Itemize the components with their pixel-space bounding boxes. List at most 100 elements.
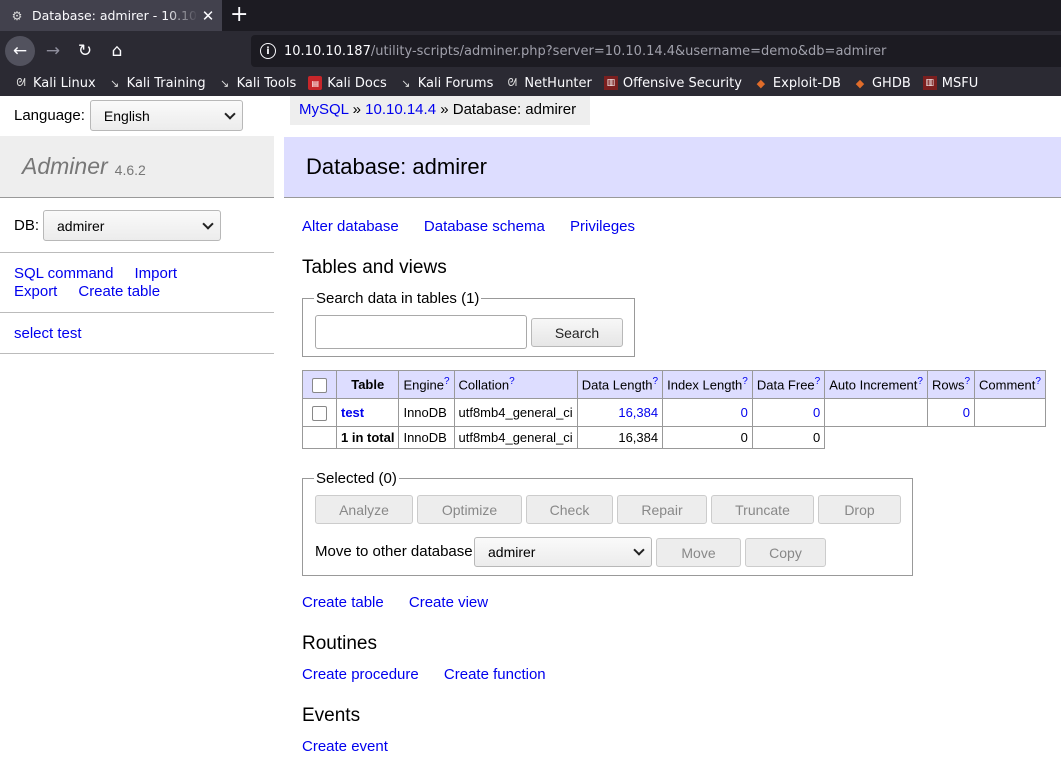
close-tab-icon[interactable]: ✕: [198, 7, 218, 25]
col-data-length-label[interactable]: Data Length: [582, 378, 653, 393]
create-table-link[interactable]: Create table: [78, 283, 160, 300]
search-legend-link[interactable]: Search data in tables (1): [316, 290, 479, 307]
bookmark-exploit-db[interactable]: ◆ Exploit-DB: [754, 76, 841, 91]
repair-button[interactable]: Repair: [617, 495, 707, 524]
kali-dragon-icon: ↘: [219, 76, 230, 90]
select-all-checkbox[interactable]: [312, 377, 327, 393]
database-schema-link[interactable]: Database schema: [424, 218, 545, 235]
db-select[interactable]: admirer: [43, 210, 222, 241]
sidebar-links: SQL command Import Export Create table: [14, 265, 198, 301]
col-collation: Collation?: [453, 370, 578, 399]
bookmark-offensive-security[interactable]: ▥ Offensive Security: [603, 76, 742, 91]
optimize-button[interactable]: Optimize: [417, 495, 522, 524]
bookmark-label: MSFU: [941, 75, 979, 91]
language-select[interactable]: English: [89, 100, 243, 131]
language-label: Language:: [14, 107, 85, 124]
sql-command-link[interactable]: SQL command: [14, 265, 114, 282]
import-link[interactable]: Import: [135, 265, 178, 282]
help-link[interactable]: ?: [742, 376, 748, 387]
create-table-main-link[interactable]: Create table: [302, 594, 384, 611]
check-button[interactable]: Check: [526, 495, 613, 524]
help-link[interactable]: ?: [653, 376, 659, 387]
truncate-button[interactable]: Truncate: [711, 495, 814, 524]
bookmark-label: GHDB: [871, 75, 911, 91]
breadcrumb-separator: »: [352, 101, 361, 118]
language-value: English: [103, 107, 150, 124]
privileges-link[interactable]: Privileges: [570, 218, 635, 235]
col-collation-label[interactable]: Collation: [459, 378, 510, 393]
chevron-down-icon: [633, 544, 645, 556]
auto-increment-cell: [824, 398, 928, 427]
export-link[interactable]: Export: [14, 283, 57, 300]
create-view-link[interactable]: Create view: [409, 594, 488, 611]
row-checkbox[interactable]: [312, 405, 327, 421]
breadcrumb-mysql[interactable]: MySQL: [299, 101, 348, 118]
info-icon[interactable]: i: [260, 43, 276, 59]
browser-tab[interactable]: ⚙ Database: admirer - 10.10.10.187 ✕: [0, 0, 222, 31]
alter-database-link[interactable]: Alter database: [302, 218, 399, 235]
data-free-link[interactable]: 0: [813, 405, 820, 420]
move-button[interactable]: Move: [656, 538, 741, 567]
rows-link[interactable]: 0: [963, 405, 970, 420]
col-engine-label[interactable]: Engine: [403, 378, 443, 393]
app-name-link[interactable]: Adminer: [22, 153, 108, 180]
search-input[interactable]: [315, 315, 527, 349]
back-arrow-icon[interactable]: ←: [5, 36, 35, 66]
forward-arrow-icon[interactable]: →: [38, 36, 68, 66]
collation-cell: utf8mb4_general_ci: [453, 398, 578, 427]
bookmark-msfu[interactable]: ▥ MSFU: [922, 75, 979, 91]
search-button[interactable]: Search: [531, 318, 623, 347]
col-comment-label[interactable]: Comment: [979, 378, 1035, 393]
bookmark-ghdb[interactable]: ◆ GHDB: [853, 76, 911, 91]
event-links: Create event: [302, 738, 409, 755]
total-index-length-cell: 0: [662, 426, 753, 449]
col-comment: Comment?: [974, 370, 1046, 399]
help-link[interactable]: ?: [1035, 376, 1041, 387]
bookmark-kali-forums[interactable]: ↘ Kali Forums: [399, 76, 493, 91]
nav-bar: ← → ↻ ⌂ i 10.10.10.187/utility-scripts/a…: [0, 31, 1061, 70]
total-collation-cell: utf8mb4_general_ci: [453, 426, 578, 449]
col-index-length-label[interactable]: Index Length: [667, 378, 742, 393]
create-function-link[interactable]: Create function: [444, 666, 546, 683]
col-data-free-label[interactable]: Data Free: [757, 378, 815, 393]
total-blank: [825, 427, 928, 449]
help-link[interactable]: ?: [917, 376, 923, 387]
ghdb-icon: ◆: [855, 76, 865, 90]
data-length-cell: 16,384: [576, 398, 664, 427]
bookmark-nethunter[interactable]: ᘛ NetHunter: [505, 76, 592, 91]
reload-icon[interactable]: ↻: [70, 36, 100, 66]
bookmark-kali-docs[interactable]: ▤ Kali Docs: [308, 76, 387, 91]
col-rows-label[interactable]: Rows: [932, 378, 965, 393]
bookmark-kali-tools[interactable]: ↘ Kali Tools: [218, 76, 296, 91]
copy-button[interactable]: Copy: [745, 538, 826, 567]
bookmark-label: Kali Docs: [327, 75, 387, 91]
create-event-link[interactable]: Create event: [302, 738, 388, 755]
offsec-icon: ▥: [603, 76, 618, 90]
drop-button[interactable]: Drop: [818, 495, 901, 524]
analyze-button[interactable]: Analyze: [315, 495, 413, 524]
bookmark-kali-linux[interactable]: ᘛ Kali Linux: [14, 76, 95, 91]
col-auto-increment-label[interactable]: Auto Increment: [829, 378, 917, 393]
tables-heading: Tables and views: [302, 257, 447, 278]
create-procedure-link[interactable]: Create procedure: [302, 666, 419, 683]
col-table[interactable]: Table: [335, 370, 400, 399]
move-db-select[interactable]: admirer: [474, 537, 652, 567]
help-link[interactable]: ?: [444, 376, 450, 387]
total-empty-cell: [302, 426, 337, 449]
index-length-link[interactable]: 0: [741, 405, 748, 420]
home-icon[interactable]: ⌂: [102, 36, 132, 66]
bookmark-kali-training[interactable]: ↘ Kali Training: [108, 76, 206, 91]
new-tab-icon[interactable]: +: [230, 2, 248, 27]
help-link[interactable]: ?: [509, 376, 515, 387]
nethunter-icon: ᘛ: [507, 76, 518, 89]
help-link[interactable]: ?: [815, 376, 821, 387]
select-test-link[interactable]: select test: [14, 325, 82, 342]
msfu-icon: ▥: [922, 76, 937, 90]
kali-dragon-icon: ↘: [110, 76, 120, 90]
tables-table: Table Engine? Collation? Data Length? In…: [302, 370, 1046, 449]
url-bar[interactable]: i 10.10.10.187/utility-scripts/adminer.p…: [251, 35, 1061, 67]
table-name-link[interactable]: test: [341, 405, 364, 420]
breadcrumb-server[interactable]: 10.10.14.4: [365, 101, 436, 118]
help-link[interactable]: ?: [964, 376, 970, 387]
data-length-link[interactable]: 16,384: [618, 405, 658, 420]
